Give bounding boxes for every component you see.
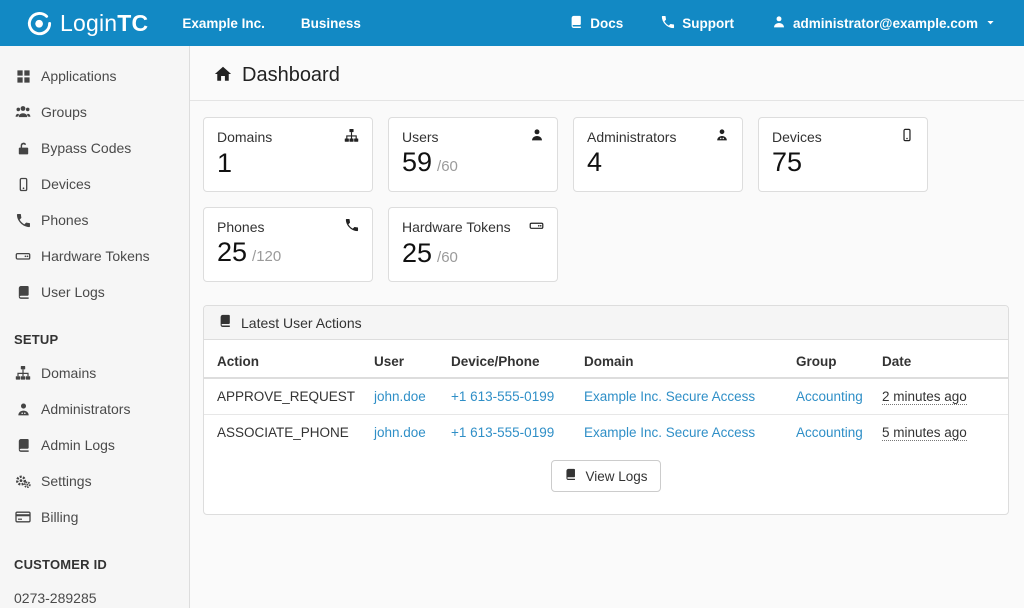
sitemap-icon (14, 365, 32, 381)
panel-actions: View Logs (204, 450, 1008, 514)
phone-icon (14, 213, 32, 228)
date-link[interactable]: 2 minutes ago (882, 389, 967, 405)
stat-card-domains: Domains 1 (203, 117, 373, 192)
mobile-icon (14, 177, 32, 192)
credit-card-icon (14, 509, 32, 525)
home-icon (214, 65, 232, 86)
date-link[interactable]: 5 minutes ago (882, 425, 967, 441)
col-date: Date (874, 340, 1008, 379)
book-icon (569, 15, 583, 32)
sidebar-item-applications[interactable]: Applications (0, 58, 189, 94)
hdd-icon (529, 218, 544, 236)
sidebar-item-administrators[interactable]: Administrators (0, 391, 189, 427)
group-link[interactable]: Accounting (796, 425, 863, 440)
user-icon (530, 128, 544, 145)
setup-header: SETUP (14, 332, 59, 347)
col-device-phone: Device/Phone (443, 340, 576, 379)
sidebar-item-bypass-codes[interactable]: Bypass Codes (0, 130, 189, 166)
cell-action: APPROVE_REQUEST (204, 378, 366, 415)
phone-icon (345, 218, 359, 235)
gears-icon (14, 473, 32, 489)
sidebar-item-admin-logs[interactable]: Admin Logs (0, 427, 189, 463)
latest-user-actions-panel: Latest User Actions Action User Device/P… (203, 305, 1009, 515)
user-link[interactable]: john.doe (374, 389, 426, 404)
logo[interactable]: LoginTC (0, 10, 168, 37)
col-action: Action (204, 340, 366, 379)
panel-heading: Latest User Actions (204, 306, 1008, 340)
page-header: Dashboard (190, 46, 1024, 101)
sidebar-item-hardware-tokens[interactable]: Hardware Tokens (0, 238, 189, 274)
user-icon (772, 15, 786, 32)
phone-icon (661, 15, 675, 32)
customer-id-value: 0273-289285 (14, 590, 97, 606)
account-menu[interactable]: administrator@example.com (758, 2, 1010, 45)
col-group: Group (788, 340, 874, 379)
main-content: Dashboard Domains 1 Users 59 /60 Adminis… (190, 46, 1024, 608)
book-icon (564, 468, 577, 484)
view-logs-button[interactable]: View Logs (551, 460, 661, 492)
book-icon (14, 438, 32, 453)
table-row: ASSOCIATE_PHONE john.doe +1 613-555-0199… (204, 415, 1008, 451)
group-link[interactable]: Accounting (796, 389, 863, 404)
sidebar-item-devices[interactable]: Devices (0, 166, 189, 202)
grid-icon (14, 69, 32, 84)
customer-id-header: CUSTOMER ID (14, 557, 107, 572)
topnav-business[interactable]: Business (287, 3, 375, 44)
stat-cards: Domains 1 Users 59 /60 Administrators 4 … (190, 101, 950, 282)
logintc-spiral-icon (26, 10, 53, 37)
col-domain: Domain (576, 340, 788, 379)
brand-text: LoginTC (60, 9, 149, 36)
device-phone-link[interactable]: +1 613-555-0199 (451, 425, 554, 440)
table-header-row: Action User Device/Phone Domain Group Da… (204, 340, 1008, 379)
sidebar-item-settings[interactable]: Settings (0, 463, 189, 499)
account-email: administrator@example.com (793, 15, 978, 31)
domain-link[interactable]: Example Inc. Secure Access (584, 389, 755, 404)
stat-card-hardware-tokens: Hardware Tokens 25 /60 (388, 207, 558, 282)
mobile-icon (900, 128, 914, 145)
sidebar: Applications Groups Bypass Codes Devices… (0, 46, 190, 608)
col-user: User (366, 340, 443, 379)
book-icon (218, 314, 232, 331)
topnav-right: Docs Support administrator@example.com (555, 2, 1024, 45)
topbar: LoginTC Example Inc. Business Docs Suppo… (0, 0, 1024, 46)
stat-card-phones: Phones 25 /120 (203, 207, 373, 282)
admin-user-icon (715, 128, 729, 145)
device-phone-link[interactable]: +1 613-555-0199 (451, 389, 554, 404)
sidebar-item-user-logs[interactable]: User Logs (0, 274, 189, 310)
user-link[interactable]: john.doe (374, 425, 426, 440)
topnav-example-inc[interactable]: Example Inc. (168, 3, 279, 44)
sidebar-item-groups[interactable]: Groups (0, 94, 189, 130)
book-icon (14, 285, 32, 300)
caret-down-icon (985, 16, 996, 31)
sitemap-icon (344, 128, 359, 146)
stat-card-users: Users 59 /60 (388, 117, 558, 192)
unlock-icon (14, 141, 32, 156)
support-link[interactable]: Support (647, 2, 748, 45)
hdd-icon (14, 248, 32, 264)
user-actions-table: Action User Device/Phone Domain Group Da… (204, 340, 1008, 450)
sidebar-item-billing[interactable]: Billing (0, 499, 189, 535)
app-root: LoginTC Example Inc. Business Docs Suppo… (0, 0, 1024, 608)
sidebar-item-domains[interactable]: Domains (0, 355, 189, 391)
sidebar-item-phones[interactable]: Phones (0, 202, 189, 238)
users-icon (14, 104, 32, 120)
docs-link[interactable]: Docs (555, 2, 637, 45)
table-row: APPROVE_REQUEST john.doe +1 613-555-0199… (204, 378, 1008, 415)
stat-card-devices: Devices 75 (758, 117, 928, 192)
topnav-left: Example Inc. Business (168, 3, 375, 44)
stat-card-administrators: Administrators 4 (573, 117, 743, 192)
admin-user-icon (14, 402, 32, 417)
panel-title: Latest User Actions (241, 314, 362, 331)
cell-action: ASSOCIATE_PHONE (217, 425, 349, 440)
domain-link[interactable]: Example Inc. Secure Access (584, 425, 755, 440)
page-title: Dashboard (242, 64, 340, 86)
